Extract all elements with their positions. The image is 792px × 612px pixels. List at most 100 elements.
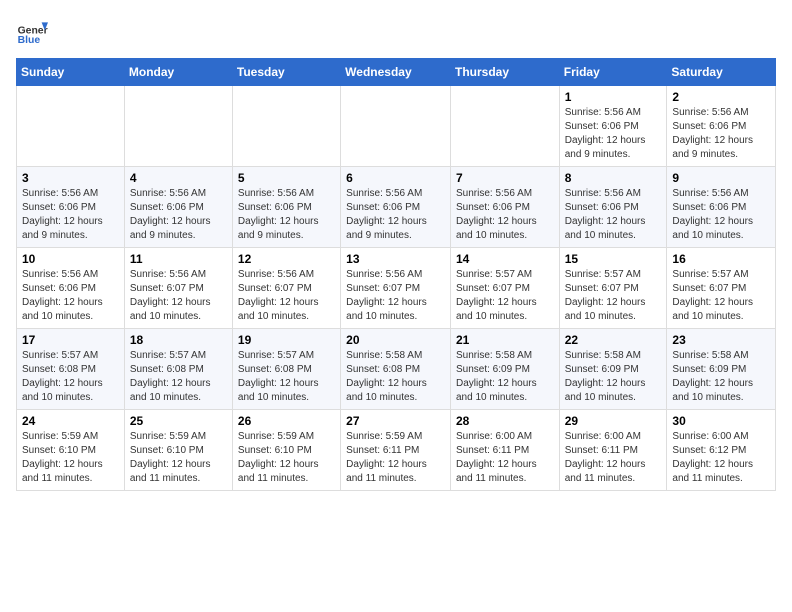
calendar-week-3: 10Sunrise: 5:56 AM Sunset: 6:06 PM Dayli… xyxy=(17,248,776,329)
day-info: Sunrise: 5:56 AM Sunset: 6:06 PM Dayligh… xyxy=(565,106,662,162)
day-info: Sunrise: 5:57 AM Sunset: 6:07 PM Dayligh… xyxy=(565,268,662,324)
calendar-cell: 15 Sunrise: 5:57 AM Sunset: 6:07 PM Dayli… xyxy=(559,248,667,329)
logo-icon: General Blue xyxy=(16,16,48,48)
calendar-cell: 25 Sunrise: 5:59 AM Sunset: 6:10 PM Dayli… xyxy=(124,410,232,491)
day-number: 2 xyxy=(672,90,770,104)
day-number: 8 xyxy=(565,171,662,185)
calendar-cell: 17 Sunrise: 5:57 AM Sunset: 6:08 PM Dayli… xyxy=(17,329,125,410)
day-number: 25 xyxy=(130,414,227,428)
day-info: Sunrise: 5:57 AM Sunset: 6:07 PM Dayligh… xyxy=(456,268,554,324)
day-number: 7 xyxy=(456,171,554,185)
day-number: 28 xyxy=(456,414,554,428)
calendar-cell xyxy=(232,86,340,167)
day-info: Sunrise: 5:56 AM Sunset: 6:06 PM Dayligh… xyxy=(672,187,770,243)
calendar-cell: 3Sunrise: 5:56 AM Sunset: 6:06 PM Daylig… xyxy=(17,167,125,248)
day-number: 30 xyxy=(672,414,770,428)
calendar-cell: 8 Sunrise: 5:56 AM Sunset: 6:06 PM Daylig… xyxy=(559,167,667,248)
day-number: 26 xyxy=(238,414,335,428)
day-info: Sunrise: 5:59 AM Sunset: 6:10 PM Dayligh… xyxy=(130,430,227,486)
day-number: 22 xyxy=(565,333,662,347)
weekday-header-sunday: Sunday xyxy=(17,59,125,86)
day-number: 10 xyxy=(22,252,119,266)
calendar-cell xyxy=(341,86,451,167)
day-info: Sunrise: 5:56 AM Sunset: 6:06 PM Dayligh… xyxy=(672,106,770,162)
day-info: Sunrise: 5:58 AM Sunset: 6:08 PM Dayligh… xyxy=(346,349,445,405)
day-info: Sunrise: 5:56 AM Sunset: 6:07 PM Dayligh… xyxy=(346,268,445,324)
day-info: Sunrise: 5:56 AM Sunset: 6:07 PM Dayligh… xyxy=(238,268,335,324)
day-info: Sunrise: 5:56 AM Sunset: 6:06 PM Dayligh… xyxy=(346,187,445,243)
calendar-cell: 14 Sunrise: 5:57 AM Sunset: 6:07 PM Dayli… xyxy=(450,248,559,329)
calendar-cell: 4 Sunrise: 5:56 AM Sunset: 6:06 PM Daylig… xyxy=(124,167,232,248)
calendar-cell: 1 Sunrise: 5:56 AM Sunset: 6:06 PM Daylig… xyxy=(559,86,667,167)
day-number: 15 xyxy=(565,252,662,266)
weekday-header-saturday: Saturday xyxy=(667,59,776,86)
day-info: Sunrise: 5:57 AM Sunset: 6:08 PM Dayligh… xyxy=(130,349,227,405)
day-number: 5 xyxy=(238,171,335,185)
day-info: Sunrise: 5:59 AM Sunset: 6:11 PM Dayligh… xyxy=(346,430,445,486)
day-number: 19 xyxy=(238,333,335,347)
day-number: 13 xyxy=(346,252,445,266)
calendar-cell: 9Sunrise: 5:56 AM Sunset: 6:06 PM Daylig… xyxy=(667,167,776,248)
calendar-cell: 11 Sunrise: 5:56 AM Sunset: 6:07 PM Dayli… xyxy=(124,248,232,329)
day-info: Sunrise: 5:58 AM Sunset: 6:09 PM Dayligh… xyxy=(565,349,662,405)
calendar-cell xyxy=(124,86,232,167)
day-info: Sunrise: 5:57 AM Sunset: 6:07 PM Dayligh… xyxy=(672,268,770,324)
calendar-week-5: 24 Sunrise: 5:59 AM Sunset: 6:10 PM Dayli… xyxy=(17,410,776,491)
day-number: 1 xyxy=(565,90,662,104)
day-info: Sunrise: 5:59 AM Sunset: 6:10 PM Dayligh… xyxy=(22,430,119,486)
weekday-header-thursday: Thursday xyxy=(450,59,559,86)
calendar-week-2: 3Sunrise: 5:56 AM Sunset: 6:06 PM Daylig… xyxy=(17,167,776,248)
day-info: Sunrise: 5:57 AM Sunset: 6:08 PM Dayligh… xyxy=(238,349,335,405)
calendar-cell: 16 Sunrise: 5:57 AM Sunset: 6:07 PM Dayli… xyxy=(667,248,776,329)
day-number: 18 xyxy=(130,333,227,347)
day-info: Sunrise: 5:56 AM Sunset: 6:06 PM Dayligh… xyxy=(130,187,227,243)
day-number: 24 xyxy=(22,414,119,428)
day-number: 16 xyxy=(672,252,770,266)
page-header: General Blue xyxy=(16,16,776,48)
calendar-cell: 26 Sunrise: 5:59 AM Sunset: 6:10 PM Dayli… xyxy=(232,410,340,491)
calendar-table: SundayMondayTuesdayWednesdayThursdayFrid… xyxy=(16,58,776,491)
day-number: 23 xyxy=(672,333,770,347)
day-info: Sunrise: 5:56 AM Sunset: 6:07 PM Dayligh… xyxy=(130,268,227,324)
day-info: Sunrise: 5:56 AM Sunset: 6:06 PM Dayligh… xyxy=(22,187,119,243)
calendar-cell: 30 Sunrise: 6:00 AM Sunset: 6:12 PM Dayli… xyxy=(667,410,776,491)
calendar-week-1: 1 Sunrise: 5:56 AM Sunset: 6:06 PM Daylig… xyxy=(17,86,776,167)
day-number: 14 xyxy=(456,252,554,266)
calendar-cell: 24 Sunrise: 5:59 AM Sunset: 6:10 PM Dayli… xyxy=(17,410,125,491)
calendar-cell: 2 Sunrise: 5:56 AM Sunset: 6:06 PM Daylig… xyxy=(667,86,776,167)
calendar-cell: 12 Sunrise: 5:56 AM Sunset: 6:07 PM Dayli… xyxy=(232,248,340,329)
calendar-cell: 5 Sunrise: 5:56 AM Sunset: 6:06 PM Daylig… xyxy=(232,167,340,248)
calendar-cell: 19 Sunrise: 5:57 AM Sunset: 6:08 PM Dayli… xyxy=(232,329,340,410)
calendar-header-row: SundayMondayTuesdayWednesdayThursdayFrid… xyxy=(17,59,776,86)
day-number: 11 xyxy=(130,252,227,266)
day-number: 17 xyxy=(22,333,119,347)
day-info: Sunrise: 5:58 AM Sunset: 6:09 PM Dayligh… xyxy=(672,349,770,405)
day-number: 4 xyxy=(130,171,227,185)
day-number: 12 xyxy=(238,252,335,266)
weekday-header-friday: Friday xyxy=(559,59,667,86)
day-number: 20 xyxy=(346,333,445,347)
day-info: Sunrise: 5:58 AM Sunset: 6:09 PM Dayligh… xyxy=(456,349,554,405)
calendar-cell: 28Sunrise: 6:00 AM Sunset: 6:11 PM Dayli… xyxy=(450,410,559,491)
calendar-cell: 10Sunrise: 5:56 AM Sunset: 6:06 PM Dayli… xyxy=(17,248,125,329)
day-info: Sunrise: 5:56 AM Sunset: 6:06 PM Dayligh… xyxy=(565,187,662,243)
calendar-cell: 27Sunrise: 5:59 AM Sunset: 6:11 PM Dayli… xyxy=(341,410,451,491)
calendar-cell: 20 Sunrise: 5:58 AM Sunset: 6:08 PM Dayli… xyxy=(341,329,451,410)
calendar-week-4: 17 Sunrise: 5:57 AM Sunset: 6:08 PM Dayli… xyxy=(17,329,776,410)
logo: General Blue xyxy=(16,16,48,48)
calendar-cell: 18 Sunrise: 5:57 AM Sunset: 6:08 PM Dayli… xyxy=(124,329,232,410)
day-info: Sunrise: 5:56 AM Sunset: 6:06 PM Dayligh… xyxy=(456,187,554,243)
calendar-cell: 21Sunrise: 5:58 AM Sunset: 6:09 PM Dayli… xyxy=(450,329,559,410)
weekday-header-monday: Monday xyxy=(124,59,232,86)
svg-text:Blue: Blue xyxy=(18,35,41,46)
day-info: Sunrise: 5:56 AM Sunset: 6:06 PM Dayligh… xyxy=(238,187,335,243)
day-number: 6 xyxy=(346,171,445,185)
calendar-cell: 29Sunrise: 6:00 AM Sunset: 6:11 PM Dayli… xyxy=(559,410,667,491)
day-info: Sunrise: 6:00 AM Sunset: 6:12 PM Dayligh… xyxy=(672,430,770,486)
day-info: Sunrise: 5:59 AM Sunset: 6:10 PM Dayligh… xyxy=(238,430,335,486)
day-info: Sunrise: 5:57 AM Sunset: 6:08 PM Dayligh… xyxy=(22,349,119,405)
day-info: Sunrise: 6:00 AM Sunset: 6:11 PM Dayligh… xyxy=(565,430,662,486)
weekday-header-tuesday: Tuesday xyxy=(232,59,340,86)
calendar-cell: 6 Sunrise: 5:56 AM Sunset: 6:06 PM Daylig… xyxy=(341,167,451,248)
calendar-body: 1 Sunrise: 5:56 AM Sunset: 6:06 PM Daylig… xyxy=(17,86,776,491)
